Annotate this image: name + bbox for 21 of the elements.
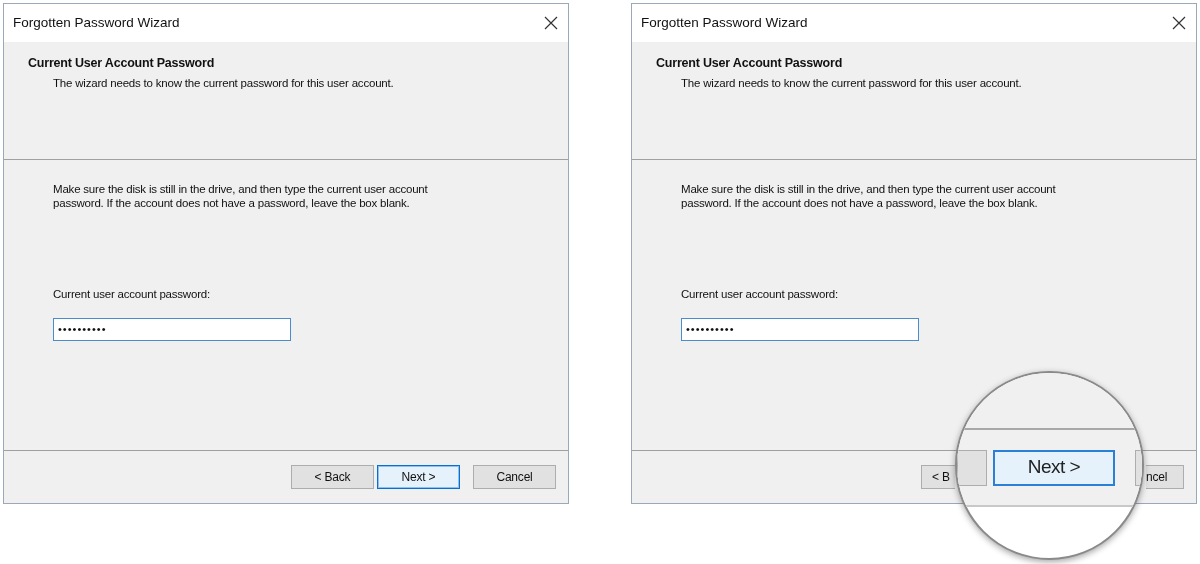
close-icon[interactable] (1172, 16, 1186, 30)
close-icon[interactable] (544, 16, 558, 30)
page-heading: Current User Account Password (28, 55, 216, 72)
instructions-text: Make sure the disk is still in the drive, and then type the current user account password. If the account does not have a password, leave the box blank. (681, 182, 1057, 210)
page-subheading: The wizard needs to know the current password for this user account. (680, 75, 1023, 91)
cancel-button[interactable]: Cancel (473, 465, 556, 489)
next-button[interactable]: Next > (377, 465, 460, 489)
back-button[interactable]: < B (921, 465, 955, 489)
password-field[interactable]: •••••••••• (53, 318, 291, 342)
next-button[interactable]: Next > (993, 449, 1115, 486)
cancel-button[interactable]: ncel (1146, 465, 1184, 489)
window-title: Forgotten Password Wizard (13, 13, 180, 32)
button-edge (957, 449, 987, 486)
instructions-text: Make sure the disk is still in the drive, and then type the current user account password. If the account does not have a password, leave the box blank. (53, 182, 429, 210)
page-subheading: The wizard needs to know the current password for this user account. (52, 75, 395, 91)
back-button[interactable]: < Back (291, 465, 374, 489)
field-label: Current user account password: (53, 287, 211, 302)
window-title: Forgotten Password Wizard (641, 13, 808, 32)
page-heading: Current User Account Password (656, 55, 844, 72)
field-label: Current user account password: (681, 287, 839, 302)
password-field[interactable]: •••••••••• (681, 318, 919, 342)
